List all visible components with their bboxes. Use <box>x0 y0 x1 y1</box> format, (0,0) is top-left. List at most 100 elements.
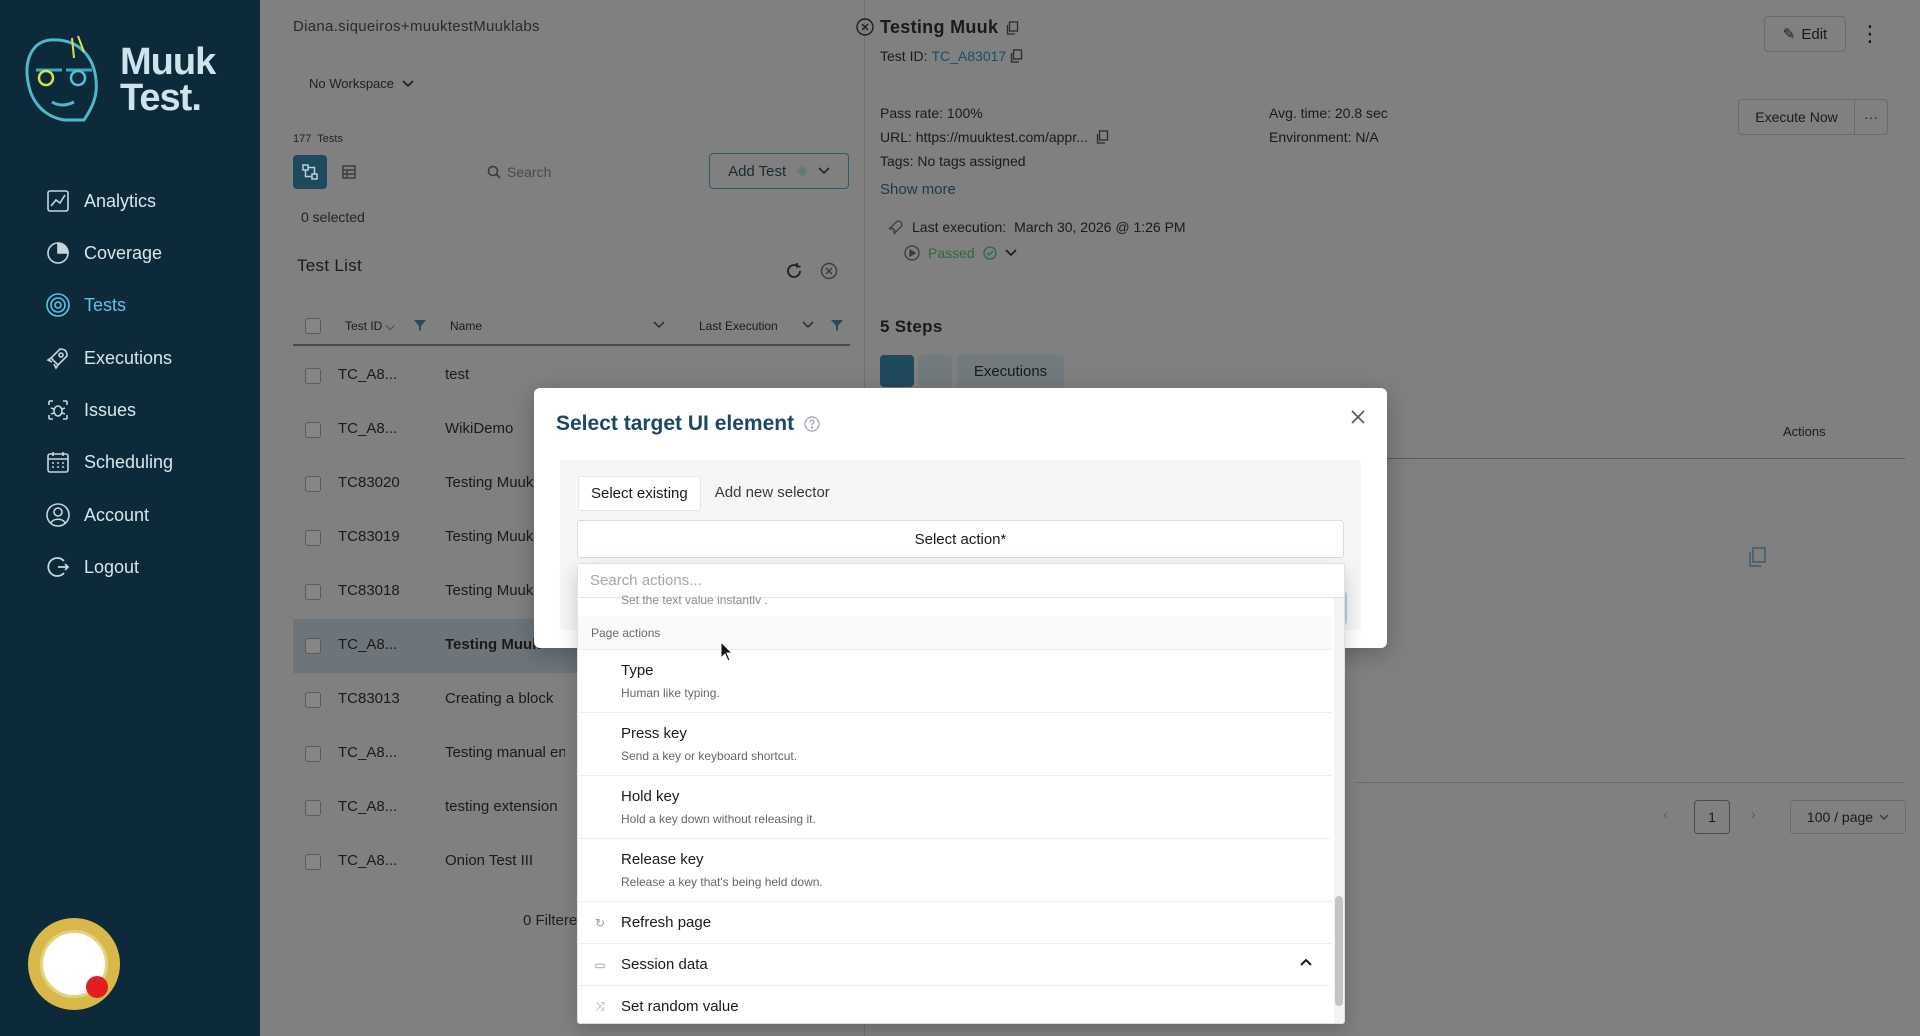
environment: Environment: N/A <box>1269 129 1379 145</box>
sidebar-item-coverage[interactable]: Coverage <box>44 233 244 273</box>
chart-icon <box>44 187 72 215</box>
steps-tab-executions[interactable]: Executions <box>957 355 1064 387</box>
chevron-down-icon[interactable] <box>1005 249 1017 257</box>
dropdown-scrollbar[interactable] <box>1334 598 1344 1023</box>
edit-label: Edit <box>1801 25 1828 43</box>
action-title: Refresh page <box>621 914 712 931</box>
sidebar-item-label: Account <box>84 504 150 525</box>
row-checkbox[interactable] <box>305 692 321 708</box>
row-name: Onion Test III <box>445 852 534 869</box>
pagination-page[interactable]: 1 <box>1694 800 1730 834</box>
test-title: Testing Muuk <box>880 17 1019 38</box>
steps-tab-selectors[interactable] <box>880 355 914 387</box>
sidebar-item-logout[interactable]: Logout <box>44 547 244 587</box>
copy-icon[interactable] <box>1010 49 1023 63</box>
row-test-id: TC_A8... <box>338 366 398 383</box>
row-test-id: TC83019 <box>338 528 400 545</box>
column-name[interactable]: Name <box>450 319 482 333</box>
workspace-selector[interactable]: No Workspace <box>309 76 414 91</box>
action-press-key[interactable]: Press key Send a key or keyboard shortcu… <box>578 713 1332 776</box>
row-test-id: TC_A8... <box>338 798 398 815</box>
execute-now-button[interactable]: Execute Now <box>1738 99 1854 135</box>
refresh-icon[interactable] <box>785 262 803 280</box>
assistant-avatar-button[interactable] <box>28 918 120 1010</box>
add-test-button[interactable]: Add Test ✺ <box>709 153 849 189</box>
user-email: Diana.siqueiros+muuktestMuuklabs <box>293 18 540 35</box>
tests-search[interactable]: Search <box>487 157 699 187</box>
action-refresh-page[interactable]: ↻ Refresh page <box>578 902 1332 944</box>
sidebar-item-tests[interactable]: Tests <box>44 285 244 325</box>
copy-step-icon[interactable] <box>1748 547 1766 567</box>
sidebar-item-issues[interactable]: Issues <box>44 390 244 430</box>
select-all-checkbox[interactable] <box>305 318 321 334</box>
row-checkbox[interactable] <box>305 584 321 600</box>
row-test-id: TC_A8... <box>338 852 398 869</box>
row-name: testing extension <box>445 798 558 815</box>
group-page-actions: Page actions <box>578 616 1332 650</box>
action-release-key[interactable]: Release key Release a key that's being h… <box>578 839 1332 902</box>
test-url[interactable]: URL: https://muuktest.com/appr... <box>880 129 1088 145</box>
sparkle-icon: ✺ <box>796 162 808 179</box>
mouse-cursor-icon <box>720 641 734 662</box>
action-set-random-value[interactable]: ⤨ Set random value <box>578 986 1332 1023</box>
bug-icon <box>44 396 72 424</box>
column-test-id[interactable]: Test ID ⌵ <box>345 319 395 334</box>
clear-filters-icon[interactable] <box>820 262 838 280</box>
row-checkbox[interactable] <box>305 530 321 546</box>
pagination-prev-icon[interactable]: ‹ <box>1663 806 1668 822</box>
test-id-link[interactable]: TC_A83017 <box>931 48 1006 64</box>
row-checkbox[interactable] <box>305 422 321 438</box>
tab-add-new-selector[interactable]: Add new selector <box>703 476 842 511</box>
filter-icon[interactable] <box>413 318 427 332</box>
tab-select-existing[interactable]: Select existing <box>578 476 701 511</box>
more-options-icon[interactable]: ⋮ <box>1856 16 1884 52</box>
sidebar-item-executions[interactable]: Executions <box>44 338 244 378</box>
selected-count: 0 selected <box>301 209 365 225</box>
column-last-execution[interactable]: Last Execution <box>699 319 778 333</box>
action-hold-key[interactable]: Hold key Hold a key down without releasi… <box>578 776 1332 839</box>
row-name: Creating a block <box>445 690 554 707</box>
sidebar-item-analytics[interactable]: Analytics <box>44 181 244 221</box>
row-checkbox[interactable] <box>305 746 321 762</box>
select-action-dropdown[interactable]: Select action* <box>577 520 1344 558</box>
chevron-down-icon[interactable] <box>802 321 814 329</box>
row-checkbox[interactable] <box>305 476 321 492</box>
steps-tab-edit[interactable] <box>918 355 952 387</box>
copy-icon[interactable] <box>1096 130 1109 144</box>
filter-icon[interactable] <box>830 318 844 332</box>
view-mode-table-button[interactable] <box>332 155 366 189</box>
chevron-up-icon[interactable] <box>1300 958 1312 966</box>
close-detail-icon[interactable] <box>856 18 874 36</box>
view-mode-flow-button[interactable] <box>293 155 327 189</box>
sidebar-item-label: Issues <box>84 399 137 420</box>
row-test-id: TC_A8... <box>338 420 398 437</box>
table-icon <box>342 165 356 179</box>
chevron-down-icon[interactable] <box>653 321 665 329</box>
execution-status[interactable]: Passed <box>904 245 1017 261</box>
check-circle-icon <box>983 246 997 260</box>
row-name: Testing manual entry <box>445 744 565 761</box>
status-badge: Passed <box>928 245 975 261</box>
copy-icon[interactable] <box>1006 20 1019 35</box>
row-test-id: TC83020 <box>338 474 400 491</box>
row-checkbox[interactable] <box>305 800 321 816</box>
sidebar-item-account[interactable]: Account <box>44 495 244 535</box>
row-checkbox[interactable] <box>305 368 321 384</box>
action-group-session-data[interactable]: ▭ Session data <box>578 944 1332 986</box>
edit-button[interactable]: ✎ Edit <box>1764 16 1846 52</box>
selector-tabs: Select existing Add new selector <box>578 476 842 511</box>
execute-options-icon[interactable]: ··· <box>1854 99 1888 135</box>
page-size-select[interactable]: 100 / page <box>1790 800 1906 834</box>
row-checkbox[interactable] <box>305 638 321 654</box>
shuffle-icon: ⤨ <box>595 999 605 1013</box>
play-icon <box>904 245 920 261</box>
action-type[interactable]: Type Human like typing. <box>578 650 1332 713</box>
close-icon[interactable] <box>1349 408 1367 426</box>
scrollbar-thumb[interactable] <box>1335 896 1343 1006</box>
sidebar-item-label: Coverage <box>84 242 163 263</box>
row-checkbox[interactable] <box>305 854 321 870</box>
show-more-link[interactable]: Show more <box>880 181 956 198</box>
help-icon[interactable] <box>804 416 820 432</box>
pagination-next-icon[interactable]: › <box>1751 806 1756 822</box>
sidebar-item-scheduling[interactable]: Scheduling <box>44 442 244 482</box>
